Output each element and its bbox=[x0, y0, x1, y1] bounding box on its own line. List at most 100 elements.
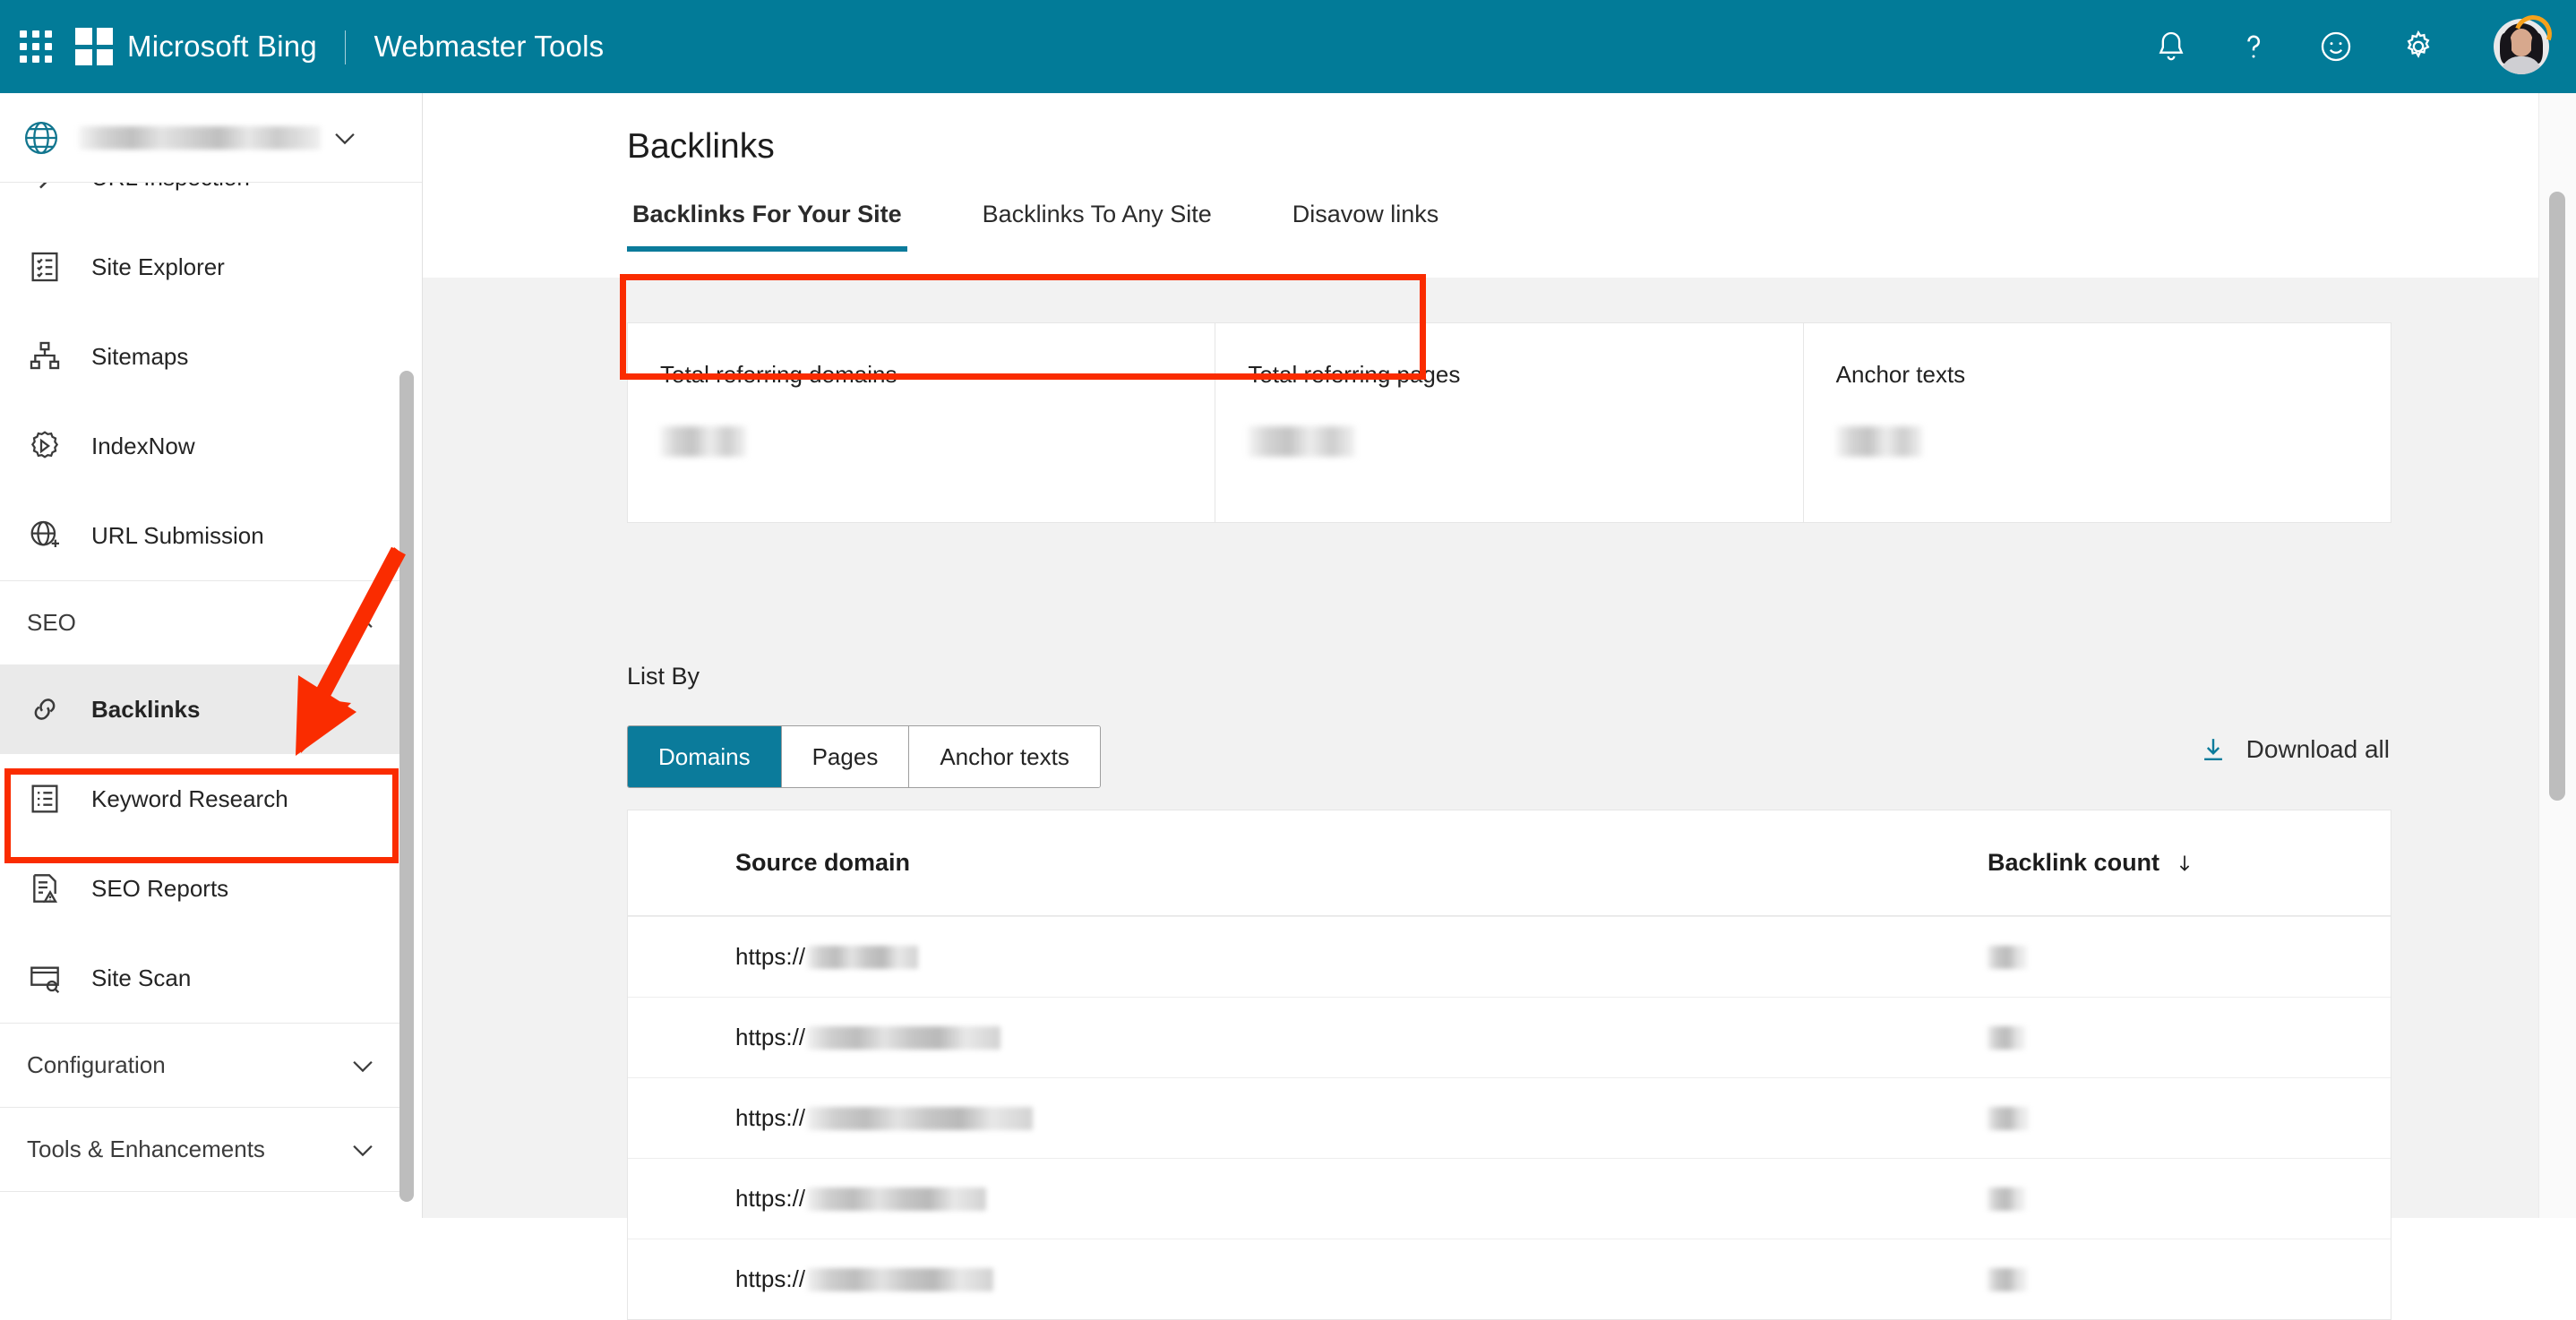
column-header-backlink-count[interactable]: Backlink count bbox=[1988, 849, 2391, 877]
selected-site-name bbox=[79, 125, 321, 150]
url-redacted bbox=[807, 1267, 994, 1291]
brand-name: Microsoft Bing bbox=[127, 29, 317, 63]
product-name: Webmaster Tools bbox=[374, 29, 605, 63]
cell-backlink-count bbox=[1988, 945, 2391, 969]
sidebar: URL Inspection Site Explorer bbox=[0, 93, 423, 1218]
tab-backlinks-for-your-site[interactable]: Backlinks For Your Site bbox=[627, 201, 907, 252]
sidebar-item-label: IndexNow bbox=[91, 432, 195, 459]
main-content: Backlinks Backlinks For Your Site Backli… bbox=[423, 93, 2576, 1320]
header-actions bbox=[2151, 9, 2576, 74]
sidebar-group-tools-enhancements[interactable]: Tools & Enhancements bbox=[0, 1107, 408, 1191]
tab-backlinks-to-any-site[interactable]: Backlinks To Any Site bbox=[977, 201, 1217, 252]
column-header-source-domain[interactable]: Source domain bbox=[628, 849, 1988, 877]
url-redacted bbox=[807, 1187, 987, 1211]
sidebar-item-indexnow[interactable]: IndexNow bbox=[0, 401, 408, 491]
url-prefix: https:// bbox=[735, 1104, 806, 1131]
feedback-smiley-icon[interactable] bbox=[2316, 27, 2356, 66]
chevron-down-icon[interactable] bbox=[348, 1050, 378, 1081]
sidebar-group-label: Tools & Enhancements bbox=[27, 1136, 265, 1162]
bell-icon[interactable] bbox=[2151, 27, 2191, 66]
column-header-label: Backlink count bbox=[1988, 849, 2160, 876]
stat-card-total-referring-pages: Total referring pages bbox=[1215, 322, 1804, 523]
keyword-research-icon bbox=[27, 781, 63, 817]
url-redacted bbox=[807, 1025, 1001, 1050]
sidebar-item-label: Site Explorer bbox=[91, 253, 225, 280]
help-icon[interactable] bbox=[2234, 27, 2273, 66]
chevron-up-icon[interactable] bbox=[348, 608, 378, 639]
segment-pages[interactable]: Pages bbox=[780, 726, 909, 787]
cell-source-domain: https:// bbox=[628, 943, 1988, 971]
download-icon bbox=[2198, 734, 2228, 765]
sidebar-item-label: URL Submission bbox=[91, 521, 264, 549]
page-body: URL Inspection Site Explorer bbox=[0, 93, 2576, 1320]
cell-backlink-count bbox=[1988, 1267, 2391, 1291]
stat-value bbox=[1835, 426, 1922, 457]
brand-divider bbox=[345, 30, 347, 64]
sidebar-item-backlinks[interactable]: Backlinks bbox=[0, 664, 408, 754]
segment-domains[interactable]: Domains bbox=[628, 726, 781, 787]
settings-gear-icon[interactable] bbox=[2399, 27, 2438, 66]
table-row[interactable]: https:// bbox=[628, 1239, 2391, 1319]
user-avatar[interactable] bbox=[2494, 9, 2558, 74]
url-prefix: https:// bbox=[735, 1024, 806, 1050]
backlinks-table: Source domain Backlink count https:// ht… bbox=[627, 810, 2391, 1320]
stat-value bbox=[1248, 426, 1356, 457]
top-header-bar: Microsoft Bing Webmaster Tools bbox=[0, 0, 2576, 93]
list-by-label: List By bbox=[627, 663, 700, 690]
site-scan-icon bbox=[27, 960, 63, 996]
table-row[interactable]: https:// bbox=[628, 1077, 2391, 1158]
sidebar-item-site-scan[interactable]: Site Scan bbox=[0, 933, 408, 1023]
backlinks-tabs: Backlinks For Your Site Backlinks To Any… bbox=[627, 201, 1514, 252]
cell-backlink-count bbox=[1988, 1025, 2391, 1050]
page-title: Backlinks bbox=[627, 127, 775, 166]
cell-source-domain: https:// bbox=[628, 1265, 1988, 1293]
summary-stat-cards: Total referring domains Total referring … bbox=[627, 322, 2391, 523]
brand-title-group[interactable]: Microsoft Bing Webmaster Tools bbox=[127, 30, 604, 64]
sidebar-item-sitemaps[interactable]: Sitemaps bbox=[0, 312, 408, 401]
sidebar-item-label: URL Inspection bbox=[91, 183, 250, 192]
chevron-down-icon[interactable] bbox=[330, 123, 360, 153]
site-selector[interactable] bbox=[0, 93, 422, 183]
sidebar-item-label: Site Scan bbox=[91, 964, 192, 991]
stat-label: Anchor texts bbox=[1835, 361, 1966, 388]
globe-icon bbox=[21, 118, 61, 158]
sidebar-item-site-explorer[interactable]: Site Explorer bbox=[0, 222, 408, 312]
cell-source-domain: https:// bbox=[628, 1185, 1988, 1213]
chevron-down-icon[interactable] bbox=[348, 1135, 378, 1165]
site-explorer-icon bbox=[27, 249, 63, 285]
bing-logo-icon bbox=[75, 28, 113, 65]
url-redacted bbox=[807, 1106, 1034, 1130]
cell-source-domain: https:// bbox=[628, 1024, 1988, 1051]
sidebar-item-label: Backlinks bbox=[91, 695, 201, 723]
list-by-segmented-control: Domains Pages Anchor texts bbox=[627, 725, 1101, 788]
sidebar-scrollbar-thumb[interactable] bbox=[399, 371, 414, 1202]
table-row[interactable]: https:// bbox=[628, 1158, 2391, 1239]
sort-descending-arrow-icon bbox=[2174, 853, 2195, 874]
sidebar-item-seo-reports[interactable]: SEO Reports bbox=[0, 844, 408, 933]
cell-source-domain: https:// bbox=[628, 1104, 1988, 1132]
sidebar-item-keyword-research[interactable]: Keyword Research bbox=[0, 754, 408, 844]
sidebar-item-url-submission[interactable]: URL Submission bbox=[0, 491, 408, 580]
sidebar-item-label: Sitemaps bbox=[91, 342, 189, 370]
tab-disavow-links[interactable]: Disavow links bbox=[1287, 201, 1445, 252]
stat-label: Total referring domains bbox=[660, 361, 897, 388]
stat-value bbox=[660, 426, 746, 457]
cell-backlink-count bbox=[1988, 1187, 2391, 1211]
sidebar-group-seo[interactable]: SEO bbox=[0, 580, 408, 664]
app-launcher-icon[interactable] bbox=[20, 30, 52, 63]
stat-label: Total referring pages bbox=[1248, 361, 1461, 388]
url-inspection-icon bbox=[27, 183, 63, 195]
sidebar-group-configuration[interactable]: Configuration bbox=[0, 1023, 408, 1107]
sidebar-item-url-inspection[interactable]: URL Inspection bbox=[0, 183, 408, 222]
download-all-button[interactable]: Download all bbox=[2198, 734, 2390, 765]
sidebar-group-label: Configuration bbox=[27, 1051, 166, 1078]
backlinks-link-icon bbox=[27, 691, 63, 727]
url-redacted bbox=[807, 945, 919, 969]
main-scrollbar-thumb[interactable] bbox=[2549, 192, 2565, 801]
table-row[interactable]: https:// bbox=[628, 997, 2391, 1077]
sidebar-item-label: SEO Reports bbox=[91, 874, 229, 902]
sidebar-item-label: Keyword Research bbox=[91, 784, 288, 812]
sidebar-group-security-privacy[interactable]: Security & Privacy bbox=[0, 1191, 408, 1218]
table-row[interactable]: https:// bbox=[628, 916, 2391, 997]
segment-anchor-texts[interactable]: Anchor texts bbox=[908, 726, 1100, 787]
